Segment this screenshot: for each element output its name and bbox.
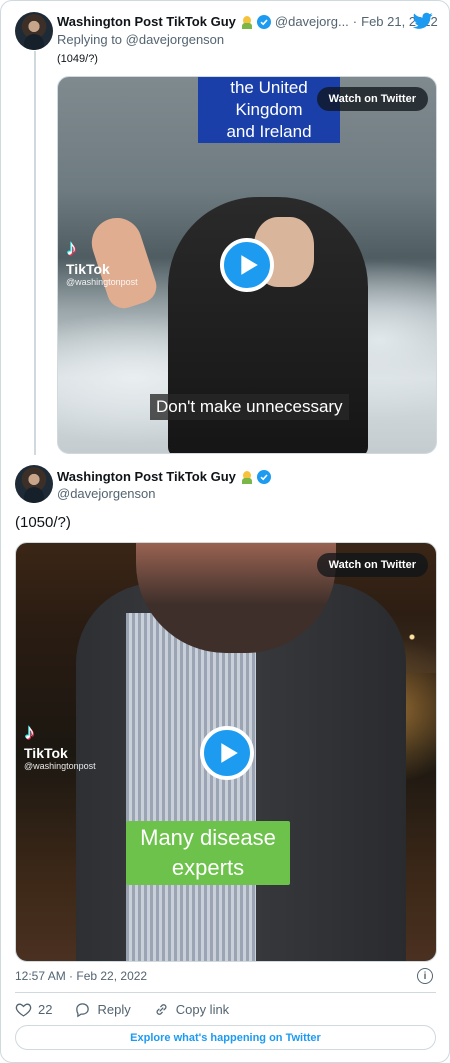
tweet1-video[interactable]: the United Kingdom and Ireland Watch on … <box>57 76 437 454</box>
like-count: 22 <box>38 1002 53 1017</box>
avatar[interactable] <box>15 12 53 50</box>
watch-on-twitter-button[interactable]: Watch on Twitter <box>316 553 428 577</box>
play-button[interactable] <box>200 726 254 780</box>
tweet-embed-card: Washington Post TikTok Guy @davejorg... … <box>0 0 450 1063</box>
explore-twitter-button[interactable]: Explore what's happening on Twitter <box>15 1025 436 1050</box>
video-caption-bottom: Don't make unnecessary <box>150 394 349 420</box>
tiktok-name: TikTok <box>66 261 110 277</box>
watch-on-twitter-button[interactable]: Watch on Twitter <box>316 87 428 111</box>
tweet2-video[interactable]: Watch on Twitter ♪ ♪ ♪ TikTok @washingto… <box>15 542 437 962</box>
tiktok-watermark: ♪ ♪ ♪ TikTok @washingtonpost <box>23 718 96 772</box>
verified-badge-icon <box>256 469 271 484</box>
lightbulb-emoji-icon <box>240 470 254 484</box>
author-handle[interactable]: @davejorgenson <box>57 486 155 501</box>
tweet2-text: (1050/?) <box>15 514 71 531</box>
tiktok-handle: @washingtonpost <box>66 277 138 287</box>
tweet-timestamp[interactable]: 12:57 AM · Feb 22, 2022 <box>15 969 147 983</box>
link-icon <box>156 1004 167 1015</box>
info-icon[interactable]: i <box>417 968 433 984</box>
reply-bubble-icon <box>76 1003 90 1018</box>
reply-label: Reply <box>97 1002 131 1017</box>
caption-line: experts <box>171 855 245 880</box>
separator-dot: · <box>352 14 358 29</box>
tiktok-logo-icon: ♪ ♪ ♪ <box>65 234 78 261</box>
video-subject-shirt <box>126 613 256 961</box>
play-icon <box>241 255 258 275</box>
tweet2-header: Washington Post TikTok Guy <box>57 469 271 484</box>
verified-badge-icon <box>256 14 271 29</box>
play-button[interactable] <box>220 238 274 292</box>
tweet1-text: (1049/?) <box>57 53 98 65</box>
tiktok-logo-icon: ♪ ♪ ♪ <box>23 718 36 745</box>
divider <box>15 992 436 993</box>
copy-link-button[interactable]: Copy link <box>153 1001 229 1018</box>
tweet-actions: 22 Reply Copy link <box>15 1001 251 1018</box>
reply-button[interactable]: Reply <box>74 1001 131 1018</box>
replying-to-label[interactable]: Replying to @davejorgenson <box>57 32 224 47</box>
caption-line: Many disease <box>140 825 276 850</box>
author-name[interactable]: Washington Post TikTok Guy <box>57 14 236 29</box>
video-caption-top: the United Kingdom and Ireland <box>198 77 340 143</box>
heart-icon <box>15 1003 32 1017</box>
like-button[interactable]: 22 <box>15 1001 52 1018</box>
thread-connector-line <box>34 51 36 455</box>
tiktok-name: TikTok <box>24 745 68 761</box>
avatar[interactable] <box>15 465 53 503</box>
tiktok-watermark: ♪ ♪ ♪ TikTok @washingtonpost <box>65 234 138 288</box>
caption-line: and Ireland <box>226 122 312 141</box>
lightbulb-emoji-icon <box>240 15 254 29</box>
twitter-bird-icon[interactable] <box>413 12 433 30</box>
video-caption: Many disease experts <box>126 821 290 885</box>
tiktok-handle: @washingtonpost <box>24 761 96 771</box>
play-icon <box>221 743 238 763</box>
caption-line: the United Kingdom <box>230 78 308 119</box>
copy-link-label: Copy link <box>175 1002 230 1017</box>
tweet1-header: Washington Post TikTok Guy @davejorg... … <box>57 14 438 29</box>
author-handle[interactable]: @davejorg... <box>275 14 349 29</box>
author-name[interactable]: Washington Post TikTok Guy <box>57 469 236 484</box>
